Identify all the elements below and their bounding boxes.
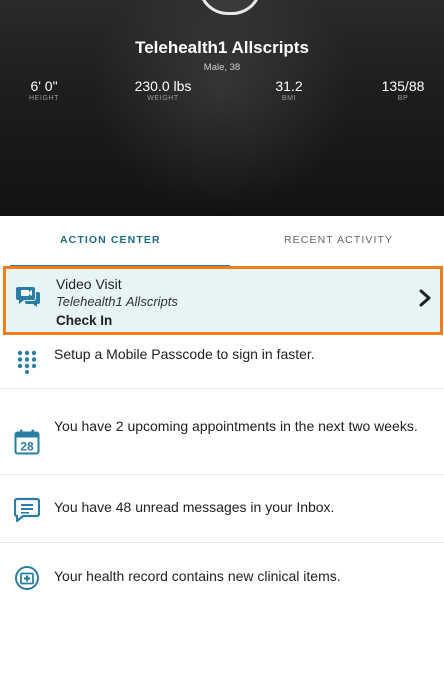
patient-name: Telehealth1 Allscripts — [135, 38, 309, 57]
video-visit-card[interactable]: Video Visit Telehealth1 Allscripts Check… — [3, 266, 443, 335]
vital-label: BP — [397, 95, 409, 102]
vital-bmi: 31.2 BMI — [264, 78, 314, 102]
alert-subtitle: Telehealth1 Allscripts — [56, 294, 178, 309]
vital-bp: 135/88 BP — [368, 78, 438, 102]
list-item-messages[interactable]: You have 48 unread messages in your Inbo… — [0, 475, 444, 543]
alert-title: Video Visit — [56, 276, 122, 292]
vital-value: 135/88 — [381, 78, 425, 94]
list-item-text: Your health record contains new clinical… — [54, 568, 341, 584]
vital-label: BMI — [281, 95, 297, 102]
vital-label: WEIGHT — [147, 95, 179, 102]
check-in-link[interactable]: Check In — [56, 313, 112, 328]
calendar-icon: 28 — [14, 429, 40, 455]
vital-label: HEIGHT — [28, 95, 60, 102]
tab-action-center[interactable]: ACTION CENTER — [60, 234, 161, 246]
list-item-passcode[interactable]: Setup a Mobile Passcode to sign in faste… — [0, 336, 444, 389]
list-item-appointments[interactable]: 28 You have 2 upcoming appointments in t… — [0, 389, 444, 475]
calendar-day: 28 — [20, 440, 34, 454]
chevron-right-icon[interactable] — [418, 289, 432, 307]
list-item-text: You have 2 upcoming appointments in the … — [54, 418, 418, 434]
list-item-text: Setup a Mobile Passcode to sign in faste… — [54, 346, 315, 362]
keypad-icon — [17, 350, 37, 374]
vital-value: 230.0 lbs — [134, 78, 192, 94]
vital-height: 6' 0" HEIGHT — [14, 78, 74, 102]
tab-recent-activity[interactable]: RECENT ACTIVITY — [284, 234, 393, 246]
patient-avatar[interactable] — [198, 0, 262, 15]
vital-weight: 230.0 lbs WEIGHT — [118, 78, 208, 102]
patient-header: Telehealth1 Allscripts Male, 38 6' 0" HE… — [0, 0, 444, 216]
tab-bar: ACTION CENTER RECENT ACTIVITY — [0, 216, 444, 269]
list-item-health-record[interactable]: Your health record contains new clinical… — [0, 543, 444, 613]
list-item-text: You have 48 unread messages in your Inbo… — [54, 499, 335, 515]
health-record-icon — [15, 566, 39, 590]
vital-value: 6' 0" — [30, 78, 58, 94]
patient-demographics: Male, 38 — [203, 62, 241, 73]
message-icon — [14, 497, 40, 522]
video-chat-icon — [16, 287, 40, 307]
vital-value: 31.2 — [275, 78, 303, 94]
